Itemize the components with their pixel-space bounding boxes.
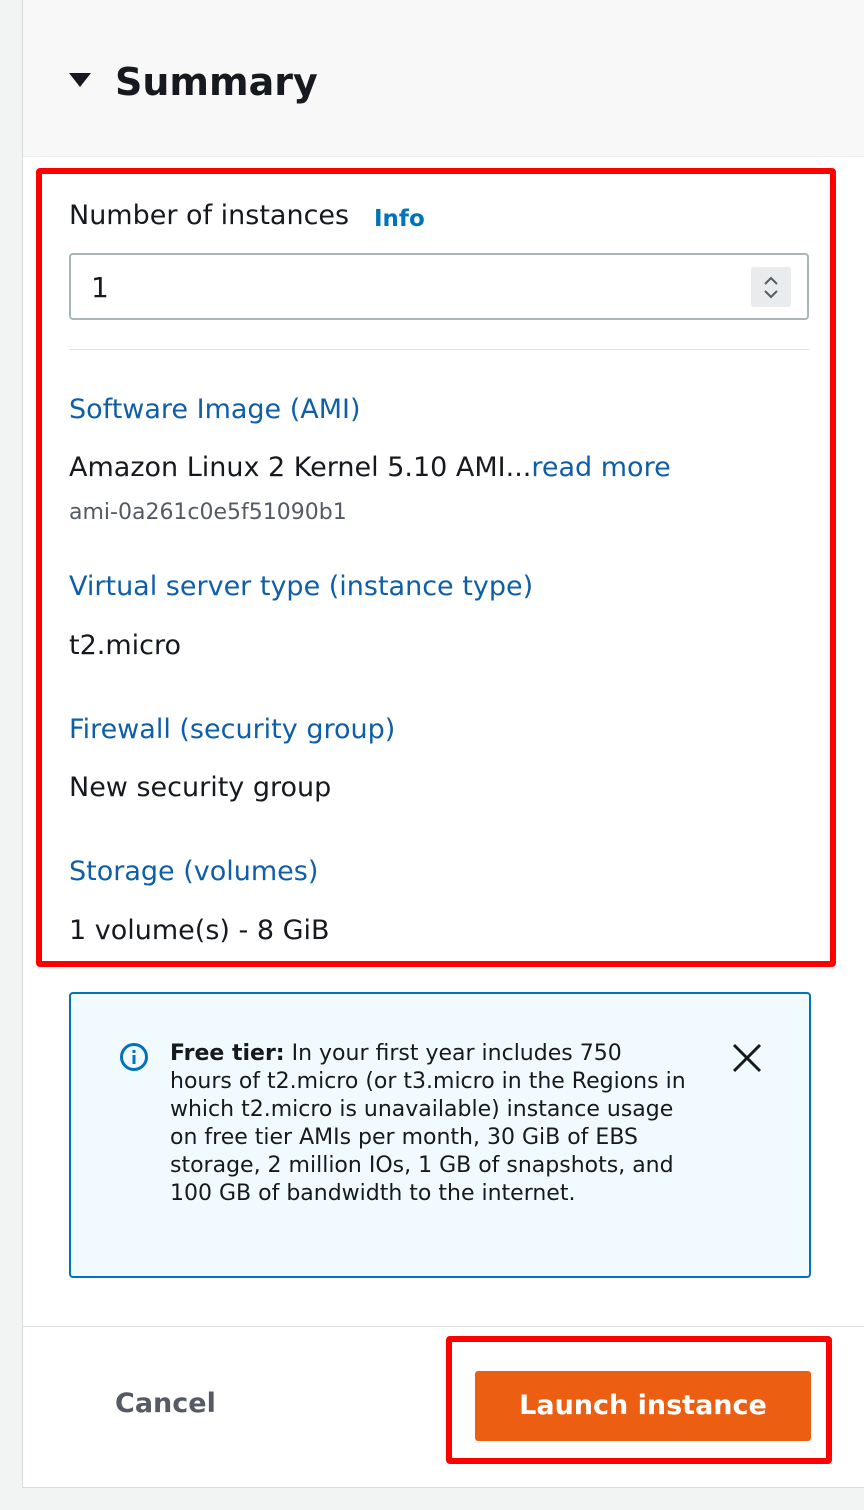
highlight-box-launch <box>446 1336 832 1464</box>
info-circle-icon <box>119 1042 149 1076</box>
free-tier-text: Free tier: In your first year includes 7… <box>170 1040 690 1208</box>
summary-title: Summary <box>115 60 318 104</box>
highlight-box-details <box>36 168 836 967</box>
summary-header[interactable]: Summary <box>23 0 864 157</box>
close-icon[interactable] <box>731 1042 763 1078</box>
caret-down-icon[interactable] <box>69 73 91 87</box>
footer-divider <box>23 1326 864 1327</box>
cancel-button[interactable]: Cancel <box>115 1388 216 1419</box>
free-tier-bold: Free tier: <box>170 1041 285 1066</box>
free-tier-alert: Free tier: In your first year includes 7… <box>69 992 811 1278</box>
